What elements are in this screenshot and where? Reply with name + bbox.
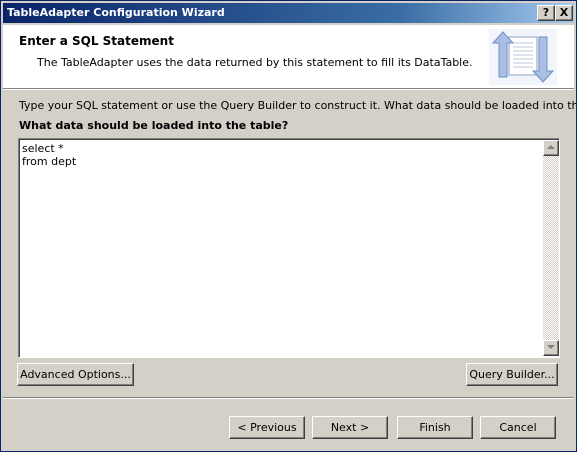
next-button[interactable]: Next > (312, 416, 388, 439)
query-builder-button[interactable]: Query Builder... (466, 363, 558, 386)
advanced-options-button[interactable]: Advanced Options... (17, 363, 134, 386)
footer-divider (3, 397, 574, 399)
sql-input[interactable]: select * from dept (22, 142, 537, 352)
header-divider (3, 88, 574, 90)
finish-button[interactable]: Finish (397, 416, 473, 439)
sql-label: What data should be loaded into the tabl… (19, 119, 289, 132)
arrow-down-icon (547, 345, 555, 349)
cancel-button[interactable]: Cancel (480, 416, 556, 439)
help-button[interactable]: ? (537, 5, 555, 21)
vertical-scrollbar[interactable] (543, 140, 559, 356)
scroll-up-button[interactable] (543, 140, 559, 156)
scroll-down-button[interactable] (543, 340, 559, 356)
sql-editor[interactable]: select * from dept (18, 138, 560, 358)
database-sync-icon (489, 29, 557, 85)
window-title: TableAdapter Configuration Wizard (7, 6, 225, 19)
previous-button[interactable]: < Previous (229, 416, 305, 439)
close-button[interactable]: X (555, 5, 573, 21)
wizard-header: Enter a SQL Statement The TableAdapter u… (3, 25, 574, 88)
title-bar[interactable]: TableAdapter Configuration Wizard ? X (3, 3, 574, 23)
page-description: The TableAdapter uses the data returned … (37, 56, 473, 69)
instruction-text: Type your SQL statement or use the Query… (19, 99, 577, 112)
wizard-window: TableAdapter Configuration Wizard ? X En… (0, 0, 577, 452)
page-title: Enter a SQL Statement (19, 34, 174, 48)
arrow-up-icon (547, 145, 555, 149)
